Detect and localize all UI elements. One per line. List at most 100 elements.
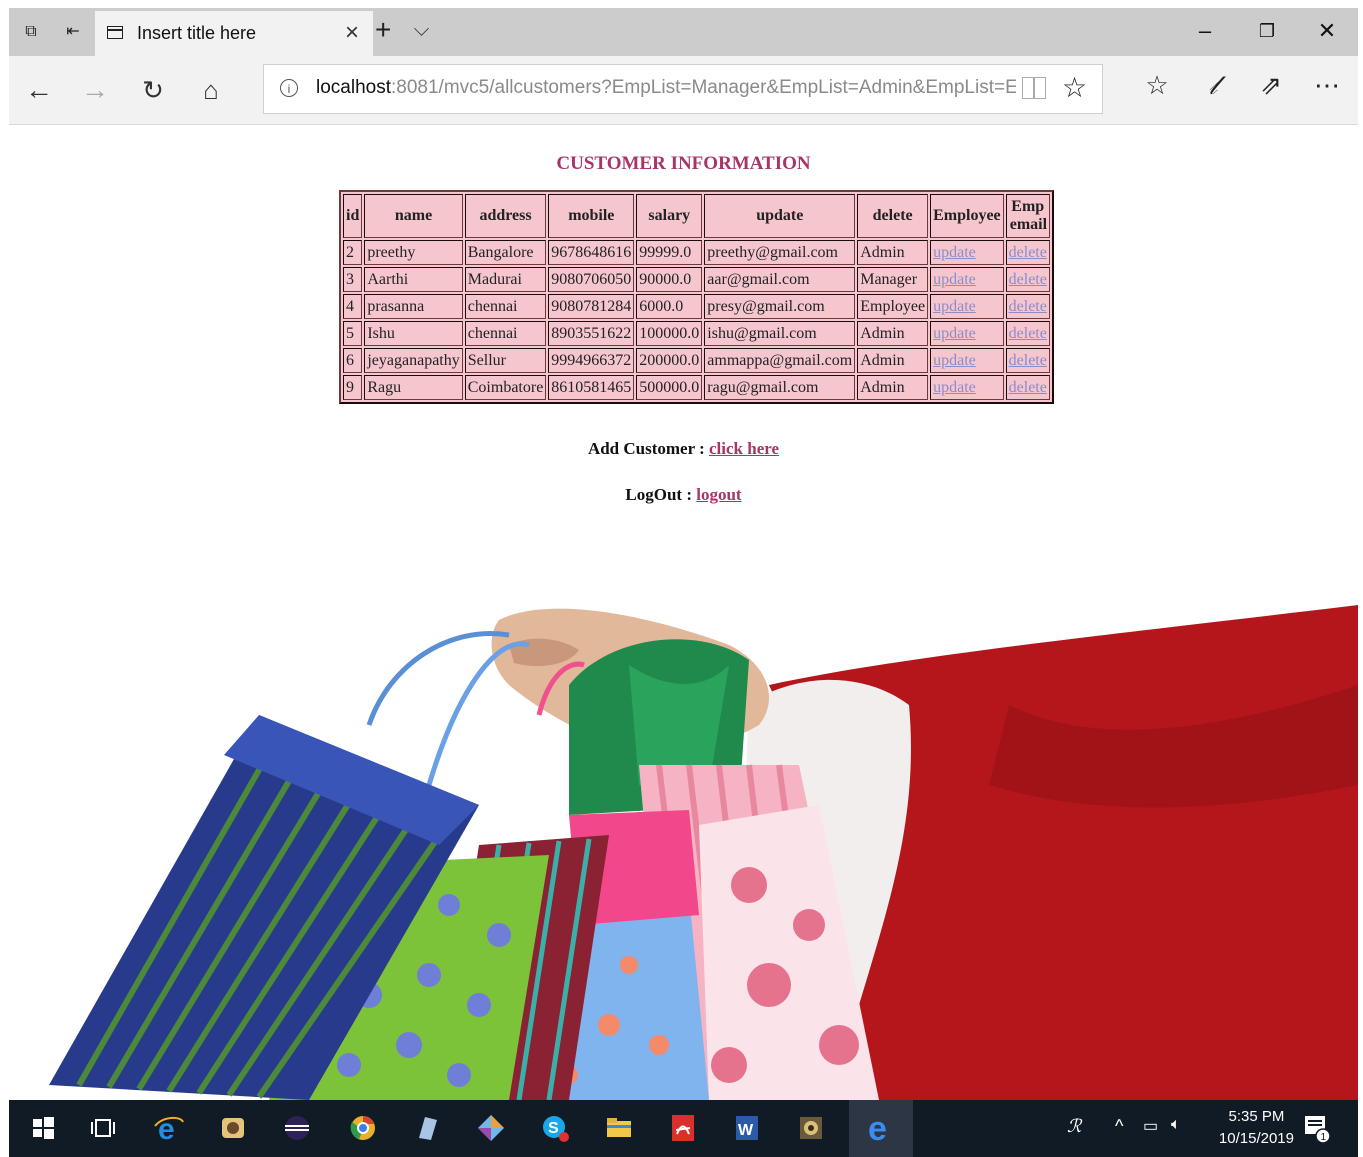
- clock-date: 10/15/2019: [1218, 1130, 1294, 1147]
- chrome-icon[interactable]: [347, 1112, 379, 1144]
- forward-icon[interactable]: →: [77, 72, 113, 108]
- update-link[interactable]: update: [930, 375, 1004, 400]
- delete-link[interactable]: delete: [1005, 267, 1050, 292]
- settings-app-icon[interactable]: [795, 1112, 827, 1144]
- tab-list-chevron-icon[interactable]: [414, 21, 429, 36]
- logout-label: LogOut :: [625, 485, 697, 504]
- column-header: address: [464, 194, 547, 238]
- table-header-row: id name address mobile salary update del…: [343, 194, 1050, 238]
- cell-mobile: 9994966372: [548, 348, 635, 373]
- table-row: 9 Ragu Coimbatore 8610581465 500000.0 ragu@gm…: [343, 375, 1050, 400]
- cell-id: 5: [343, 321, 363, 346]
- eclipse-icon[interactable]: [281, 1112, 313, 1144]
- update-link[interactable]: update: [930, 321, 1004, 346]
- web-note-pen-icon[interactable]: 𝓁: [1195, 70, 1231, 102]
- people-icon[interactable]: ℛ: [1067, 1116, 1081, 1137]
- shopping-bags-image: [49, 605, 1358, 1100]
- tab-close-icon[interactable]: ×: [345, 19, 359, 47]
- favorite-star-icon[interactable]: ☆: [1062, 71, 1087, 104]
- set-tabs-aside-icon[interactable]: ⧉: [21, 22, 41, 42]
- cell-mobile: 9080706050: [548, 267, 635, 292]
- volume-icon[interactable]: 🔈︎: [1171, 1116, 1181, 1134]
- clock[interactable]: 5:35 PM 10/15/2019: [1219, 1106, 1294, 1150]
- skype-icon[interactable]: S: [539, 1112, 571, 1144]
- delete-link[interactable]: delete: [1005, 240, 1050, 265]
- cell-role: Employee: [857, 294, 929, 319]
- git-icon[interactable]: [475, 1112, 507, 1144]
- update-link[interactable]: update: [930, 294, 1004, 319]
- new-tab-icon[interactable]: +: [375, 14, 391, 46]
- cell-address: Bangalore: [464, 240, 547, 265]
- svg-text:1: 1: [1321, 1132, 1327, 1143]
- cell-id: 9: [343, 375, 363, 400]
- table-row: 3 Aarthi Madurai 9080706050 90000.0 aar@gmail…: [343, 267, 1050, 292]
- pdf-reader-icon[interactable]: [667, 1112, 699, 1144]
- page-content: CUSTOMER INFORMATION id name address mob…: [9, 125, 1358, 1100]
- cell-mobile: 9080781284: [548, 294, 635, 319]
- cell-email: ishu@gmail.com: [704, 321, 856, 346]
- cell-id: 2: [343, 240, 363, 265]
- cell-id: 3: [343, 267, 363, 292]
- cell-role: Admin: [857, 240, 929, 265]
- table-row: 5 Ishu chennai 8903551622 100000.0 ishu@gmail…: [343, 321, 1050, 346]
- delete-link[interactable]: delete: [1005, 321, 1050, 346]
- column-header: mobile: [548, 194, 635, 238]
- more-menu-icon[interactable]: ⋯: [1309, 70, 1345, 101]
- add-customer-link[interactable]: click here: [709, 439, 779, 458]
- restore-icon[interactable]: ❐: [1247, 21, 1287, 42]
- url-text[interactable]: localhost:8081/mvc5/allcustomers?EmpList…: [316, 77, 1016, 99]
- cell-email: ragu@gmail.com: [704, 375, 856, 400]
- cell-id: 6: [343, 348, 363, 373]
- svg-text:e: e: [868, 1112, 887, 1144]
- update-link[interactable]: update: [930, 348, 1004, 373]
- show-tabs-aside-icon[interactable]: ⇤: [63, 22, 83, 42]
- close-window-icon[interactable]: ✕: [1307, 18, 1347, 44]
- logout-link[interactable]: logout: [696, 485, 741, 504]
- cell-email: preethy@gmail.com: [704, 240, 856, 265]
- cell-mobile: 8610581465: [548, 375, 635, 400]
- cell-email: presy@gmail.com: [704, 294, 856, 319]
- table-row: 6 jeyaganapathy Sellur 9994966372 200000.0 am…: [343, 348, 1050, 373]
- address-bar[interactable]: i localhost:8081/mvc5/allcustomers?EmpLi…: [263, 64, 1103, 114]
- cell-name: Aarthi: [364, 267, 463, 292]
- cell-name: prasanna: [364, 294, 463, 319]
- delete-link[interactable]: delete: [1005, 375, 1050, 400]
- back-icon[interactable]: ←: [21, 72, 57, 108]
- delete-link[interactable]: delete: [1005, 294, 1050, 319]
- table-row: 2 preethy Bangalore 9678648616 99999.0 preeth…: [343, 240, 1050, 265]
- refresh-icon[interactable]: ↻: [135, 72, 171, 108]
- browser-tab[interactable]: Insert title here ×: [95, 11, 373, 56]
- page-icon: [107, 26, 123, 39]
- app-icon[interactable]: [217, 1112, 249, 1144]
- edge-icon[interactable]: e: [865, 1112, 897, 1144]
- tab-title: Insert title here: [137, 23, 257, 43]
- page-title: CUSTOMER INFORMATION: [556, 153, 811, 174]
- task-view-icon[interactable]: [87, 1112, 119, 1144]
- notifications-icon[interactable]: 1: [1301, 1112, 1333, 1144]
- cell-address: chennai: [464, 294, 547, 319]
- update-link[interactable]: update: [930, 240, 1004, 265]
- cell-salary: 99999.0: [636, 240, 703, 265]
- taskbar: e S W e ℛ ^ ▭ 🔈︎ 5:35 PM 10/15/2019 1: [9, 1100, 1358, 1157]
- add-customer-line: Add Customer : click here: [9, 439, 1358, 459]
- logout-line: LogOut : logout: [9, 485, 1358, 505]
- column-header: name: [364, 194, 463, 238]
- delete-link[interactable]: delete: [1005, 348, 1050, 373]
- windows-start-icon[interactable]: [27, 1112, 59, 1144]
- file-explorer-icon[interactable]: [603, 1112, 635, 1144]
- show-hidden-icons-chevron-icon[interactable]: ^: [1115, 1116, 1123, 1137]
- svg-text:W: W: [738, 1122, 754, 1139]
- notes-app-icon[interactable]: [411, 1112, 443, 1144]
- browser-window: ⧉ ⇤ Insert title here × + – ❐ ✕ ← → ↻ ⌂ …: [9, 8, 1358, 1157]
- share-icon[interactable]: ⇗: [1253, 70, 1289, 101]
- update-link[interactable]: update: [930, 267, 1004, 292]
- cell-address: Coimbatore: [464, 375, 547, 400]
- minimize-icon[interactable]: –: [1185, 18, 1225, 44]
- site-info-icon[interactable]: i: [280, 79, 298, 97]
- network-icon[interactable]: ▭: [1143, 1116, 1158, 1136]
- word-icon[interactable]: W: [731, 1112, 763, 1144]
- reading-view-icon[interactable]: [1022, 77, 1046, 99]
- internet-explorer-icon[interactable]: e: [153, 1112, 185, 1144]
- home-icon[interactable]: ⌂: [193, 72, 229, 108]
- favorites-list-icon[interactable]: ☆: [1139, 70, 1175, 101]
